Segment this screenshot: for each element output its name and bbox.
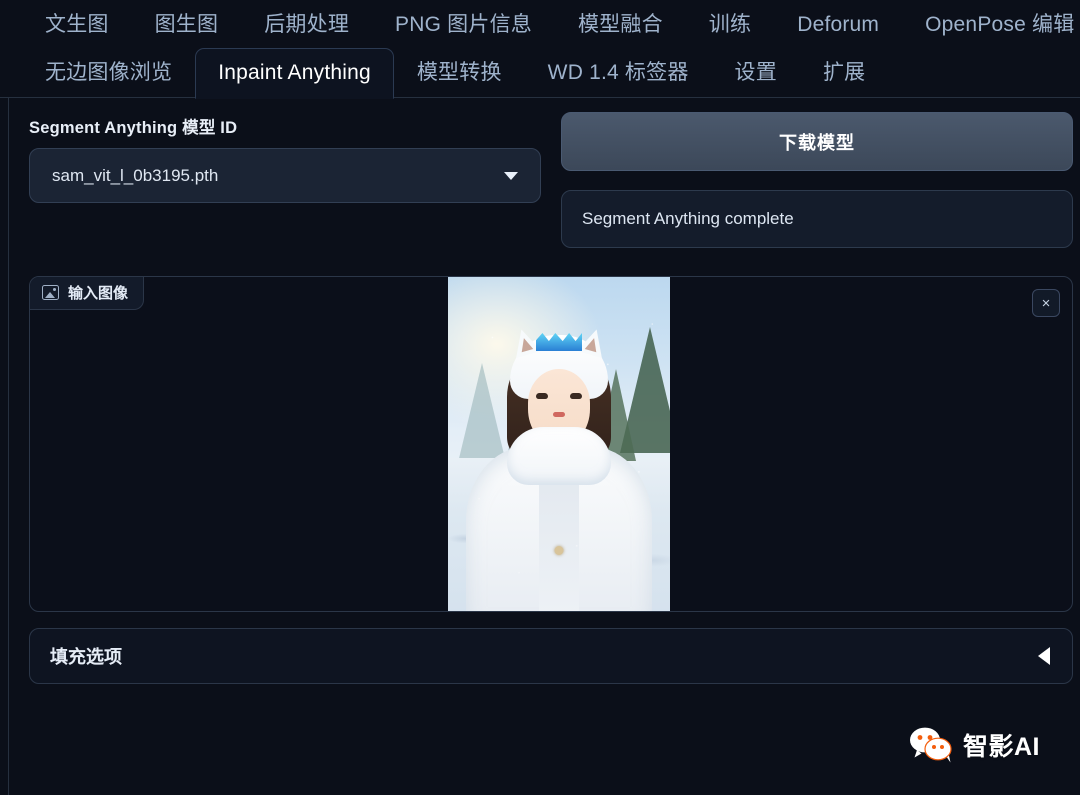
fill-options-accordion[interactable]: 填充选项 <box>29 628 1073 684</box>
model-id-value: sam_vit_l_0b3195.pth <box>52 165 219 185</box>
tab-row-secondary: 无边图像浏览 Inpaint Anything 模型转换 WD 1.4 标签器 … <box>0 48 1080 99</box>
tab-model-converter[interactable]: 模型转换 <box>394 61 525 98</box>
model-id-dropdown[interactable]: sam_vit_l_0b3195.pth <box>29 148 541 203</box>
tab-row-primary: 文生图 图生图 后期处理 PNG 图片信息 模型融合 训练 Deforum Op… <box>0 0 1080 49</box>
input-image-panel[interactable]: 输入图像 × <box>29 276 1073 612</box>
status-text: Segment Anything complete <box>582 209 794 228</box>
content-panel: Segment Anything 模型 ID sam_vit_l_0b3195.… <box>8 98 1080 795</box>
input-image-preview[interactable] <box>448 277 670 611</box>
photo-snowfall <box>448 277 670 611</box>
input-image-chip: 输入图像 <box>30 277 145 310</box>
model-id-label: Segment Anything 模型 ID <box>29 119 238 137</box>
tab-infinite-image-browsing[interactable]: 无边图像浏览 <box>22 61 195 98</box>
tab-checkpoint-merger[interactable]: 模型融合 <box>555 13 686 49</box>
download-model-button[interactable]: 下载模型 <box>561 112 1073 171</box>
tab-extras[interactable]: 后期处理 <box>241 13 372 49</box>
tab-bar: 文生图 图生图 后期处理 PNG 图片信息 模型融合 训练 Deforum Op… <box>0 0 1080 99</box>
tab-extensions[interactable]: 扩展 <box>800 61 888 98</box>
input-image-label: 输入图像 <box>68 285 129 302</box>
tab-underline <box>0 97 1080 98</box>
tab-wd-tagger[interactable]: WD 1.4 标签器 <box>525 61 712 98</box>
tab-train[interactable]: 训练 <box>686 13 774 49</box>
status-box: Segment Anything complete <box>561 190 1073 248</box>
image-icon <box>42 285 59 300</box>
app-root: 文生图 图生图 后期处理 PNG 图片信息 模型融合 训练 Deforum Op… <box>0 0 1080 795</box>
tab-settings[interactable]: 设置 <box>712 61 800 98</box>
tab-openpose-editor[interactable]: OpenPose 编辑 <box>902 13 1080 49</box>
tab-img2img[interactable]: 图生图 <box>132 13 242 49</box>
model-id-group: Segment Anything 模型 ID sam_vit_l_0b3195.… <box>29 114 541 203</box>
fill-options-label: 填充选项 <box>50 647 122 667</box>
close-icon[interactable]: × <box>1032 289 1060 317</box>
chevron-down-icon <box>504 171 518 180</box>
chevron-left-icon <box>1038 647 1050 665</box>
tab-png-info[interactable]: PNG 图片信息 <box>372 13 555 49</box>
tab-txt2img[interactable]: 文生图 <box>22 13 132 49</box>
tab-inpaint-anything[interactable]: Inpaint Anything <box>195 48 394 99</box>
tab-deforum[interactable]: Deforum <box>774 13 902 49</box>
